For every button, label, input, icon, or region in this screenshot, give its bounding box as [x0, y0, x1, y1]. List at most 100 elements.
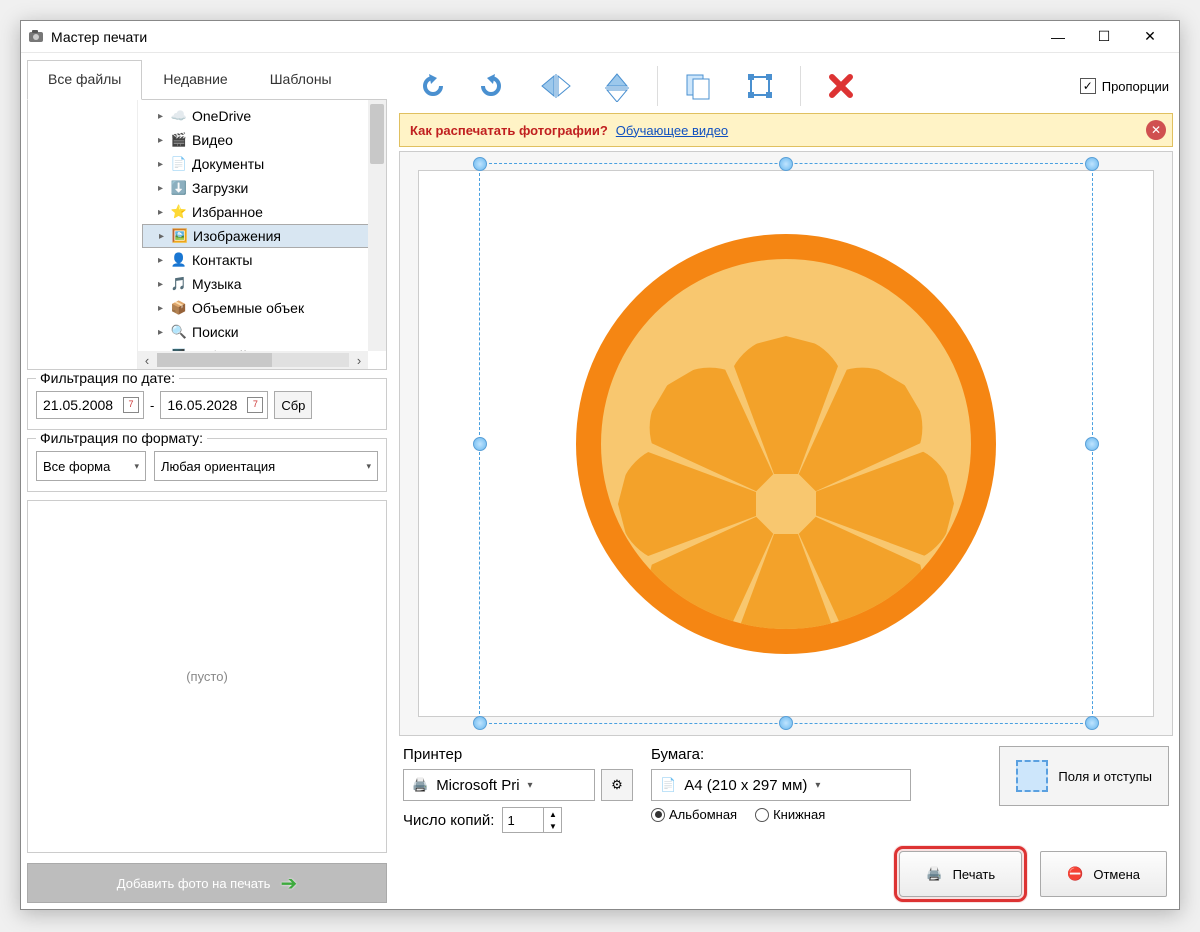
resize-handle[interactable]	[779, 716, 793, 730]
tree-node[interactable]: ▸📦Объемные объек	[142, 296, 386, 320]
tree-node-label: Поиски	[192, 324, 239, 340]
proportions-checkbox[interactable]: ✓ Пропорции	[1080, 78, 1169, 94]
tree-node[interactable]: ▸☁️OneDrive	[142, 104, 386, 128]
date-from-input[interactable]: 7	[36, 391, 144, 419]
date-from-value[interactable]	[41, 396, 123, 414]
folder-icon: 📦	[170, 299, 188, 317]
selected-files-list: (пусто)	[27, 500, 387, 853]
calendar-icon[interactable]: 7	[247, 397, 263, 413]
tree-caret-icon: ▸	[158, 327, 168, 338]
landscape-radio[interactable]: Альбомная	[651, 807, 737, 822]
tree-caret-icon: ▸	[158, 111, 168, 122]
copies-label: Число копий:	[403, 812, 494, 829]
tree-node-label: Объемные объек	[192, 300, 304, 316]
printer-icon: 🖨️	[926, 866, 942, 882]
tree-node[interactable]: ▸🖼️Изображения	[142, 224, 386, 248]
toolbar: ✓ Пропорции	[399, 59, 1173, 113]
tree-node[interactable]: ▸🔍Поиски	[142, 320, 386, 344]
left-panel: Все файлы Недавние Шаблоны ▸☁️OneDrive▸🎬…	[27, 59, 387, 903]
chevron-down-icon: ▾	[134, 461, 139, 472]
paper-value: A4 (210 x 297 мм)	[684, 777, 807, 794]
proportions-label: Пропорции	[1102, 79, 1169, 94]
resize-handle[interactable]	[1085, 437, 1099, 451]
copies-value[interactable]	[503, 808, 543, 832]
tree-horizontal-scrollbar[interactable]: ‹›	[138, 351, 368, 369]
print-wizard-window: Мастер печати — ☐ ✕ Все файлы Недавние Ш…	[20, 20, 1180, 910]
resize-handle[interactable]	[779, 157, 793, 171]
tree-node[interactable]: ▸⬇️Загрузки	[142, 176, 386, 200]
tree-caret-icon: ▸	[158, 279, 168, 290]
paper-select[interactable]: 📄 A4 (210 x 297 мм) ▾	[651, 769, 911, 801]
tree-node-label: Музыка	[192, 276, 242, 292]
format-select[interactable]: Все форма ▾	[36, 451, 146, 481]
print-button[interactable]: 🖨️ Печать	[899, 851, 1022, 897]
copy-button[interactable]	[670, 64, 726, 108]
date-dash: -	[150, 398, 154, 413]
window-title: Мастер печати	[51, 29, 147, 45]
date-to-value[interactable]	[165, 396, 247, 414]
tree-node[interactable]: ▸📄Документы	[142, 152, 386, 176]
printer-select[interactable]: 🖨️ Microsoft Pri ▾	[403, 769, 595, 801]
print-page[interactable]	[418, 170, 1154, 717]
rotate-right-button[interactable]	[465, 64, 521, 108]
orientation-select[interactable]: Любая ориентация ▾	[154, 451, 378, 481]
minimize-button[interactable]: —	[1035, 22, 1081, 52]
tree-caret-icon: ▸	[158, 207, 168, 218]
cancel-button[interactable]: ⛔ Отмена	[1040, 851, 1167, 897]
tree-node-label: Контакты	[192, 252, 252, 268]
crop-button[interactable]	[732, 64, 788, 108]
margins-label: Поля и отступы	[1058, 769, 1152, 784]
date-to-input[interactable]: 7	[160, 391, 268, 419]
tree-node[interactable]: ▸👤Контакты	[142, 248, 386, 272]
resize-handle[interactable]	[473, 437, 487, 451]
folder-tree[interactable]: ▸☁️OneDrive▸🎬Видео▸📄Документы▸⬇️Загрузки…	[138, 100, 386, 369]
resize-handle[interactable]	[1085, 157, 1099, 171]
tree-node[interactable]: ▸⭐Избранное	[142, 200, 386, 224]
tree-caret-icon: ▸	[158, 159, 168, 170]
add-photo-button[interactable]: Добавить фото на печать ➔	[27, 863, 387, 903]
printer-value: Microsoft Pri	[436, 777, 519, 794]
flip-vertical-button[interactable]	[527, 64, 583, 108]
spinner-up-icon[interactable]: ▲	[543, 808, 561, 820]
folder-icon: ⬇️	[170, 179, 188, 197]
preview-image[interactable]	[576, 234, 996, 654]
margins-button[interactable]: Поля и отступы	[999, 746, 1169, 806]
delete-button[interactable]	[813, 64, 869, 108]
resize-handle[interactable]	[473, 716, 487, 730]
tree-node-label: Избранное	[192, 204, 263, 220]
tree-node-label: Видео	[192, 132, 233, 148]
rotate-left-button[interactable]	[403, 64, 459, 108]
resize-handle[interactable]	[473, 157, 487, 171]
tree-node[interactable]: ▸🎬Видео	[142, 128, 386, 152]
tab-templates[interactable]: Шаблоны	[249, 60, 353, 100]
spinner-down-icon[interactable]: ▼	[543, 820, 561, 832]
reset-date-button[interactable]: Сбр	[274, 391, 312, 419]
close-button[interactable]: ✕	[1127, 22, 1173, 52]
page-icon: 📄	[660, 777, 676, 793]
resize-handle[interactable]	[1085, 716, 1099, 730]
tree-caret-icon: ▸	[158, 135, 168, 146]
file-tabs: Все файлы Недавние Шаблоны	[27, 59, 387, 100]
tree-caret-icon: ▸	[159, 231, 169, 242]
portrait-radio[interactable]: Книжная	[755, 807, 825, 822]
printer-settings-button[interactable]: ⚙	[601, 769, 633, 801]
flip-horizontal-button[interactable]	[589, 64, 645, 108]
orientation-value: Любая ориентация	[161, 459, 360, 474]
printer-group: Принтер 🖨️ Microsoft Pri ▾ ⚙ Число копий…	[403, 746, 633, 833]
copies-spinner[interactable]: ▲▼	[502, 807, 562, 833]
tree-node-label: Документы	[192, 156, 264, 172]
tree-vertical-scrollbar[interactable]	[368, 100, 386, 351]
folder-icon: 🖼️	[171, 227, 189, 245]
maximize-button[interactable]: ☐	[1081, 22, 1127, 52]
calendar-icon[interactable]: 7	[123, 397, 139, 413]
printer-icon: 🖨️	[412, 777, 428, 793]
tab-recent[interactable]: Недавние	[142, 60, 248, 100]
info-link[interactable]: Обучающее видео	[616, 123, 728, 138]
chevron-down-icon: ▾	[366, 461, 371, 472]
infobar-close-button[interactable]: ✕	[1146, 120, 1166, 140]
right-panel: ✓ Пропорции Как распечатать фотографии? …	[393, 59, 1173, 903]
tab-all-files[interactable]: Все файлы	[27, 60, 142, 100]
canvas-area	[399, 151, 1173, 736]
tree-node[interactable]: ▸🎵Музыка	[142, 272, 386, 296]
file-browser: ▸☁️OneDrive▸🎬Видео▸📄Документы▸⬇️Загрузки…	[27, 100, 387, 370]
